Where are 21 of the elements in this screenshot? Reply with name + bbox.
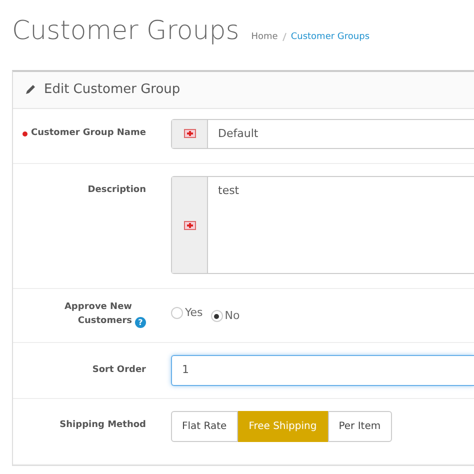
field-label: Customer Group Name <box>31 127 146 140</box>
field-label: Approve New Customers <box>63 301 132 328</box>
panel-title: Edit Customer Group <box>44 81 180 99</box>
pencil-icon <box>25 84 36 96</box>
separator-icon <box>282 32 287 42</box>
field-label: Sort Order <box>92 364 146 376</box>
flag-icon <box>184 220 196 230</box>
radio-option[interactable]: No <box>210 308 240 324</box>
field-label: Shipping Method <box>60 419 146 432</box>
field-label: Description <box>88 184 146 197</box>
flag-icon <box>184 129 196 138</box>
shipping-option-button[interactable]: Flat Rate <box>171 410 238 442</box>
breadcrumb-link[interactable]: Home <box>251 31 278 44</box>
sort-order-field[interactable]: 1 <box>171 355 474 386</box>
shipping-option-button[interactable]: Per Item <box>328 410 392 442</box>
page-title: Customer Groups <box>12 15 240 48</box>
radio-option[interactable]: Yes <box>171 304 203 321</box>
text-area[interactable]: test <box>171 176 474 274</box>
breadcrumb-link[interactable]: Customer Groups <box>290 31 370 44</box>
help-icon[interactable]: ? <box>135 317 146 328</box>
text-field[interactable]: Default <box>171 118 474 149</box>
